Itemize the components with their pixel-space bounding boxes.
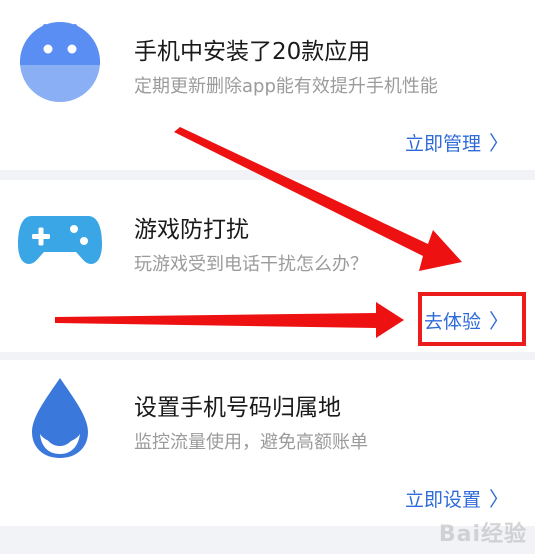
card-description: 定期更新删除app能有效提升手机性能 [134,76,438,97]
gamepad-icon [18,198,102,282]
card-description: 监控流量使用，避免高额账单 [134,432,368,453]
baidu-watermark: Bai经验 [438,522,527,547]
chevron-right-icon: 〉 [489,487,509,511]
water-drop-icon [18,376,102,460]
chevron-right-icon: 〉 [489,131,509,155]
set-now-button[interactable]: 立即设置〉 [405,483,509,512]
highlight-box [418,292,526,346]
card-title: 游戏防打扰 [134,217,249,243]
android-robot-icon [18,20,102,104]
card-description: 玩游戏受到电话干扰怎么办？ [134,254,368,275]
app-management-card: 手机中安装了20款应用 定期更新删除app能有效提升手机性能 立即管理〉 [0,0,535,170]
card-title: 手机中安装了20款应用 [134,39,371,65]
card-title: 设置手机号码归属地 [134,395,341,421]
number-location-card: 设置手机号码归属地 监控流量使用，避免高额账单 立即设置〉 [0,360,535,526]
action-label: 立即管理 [404,133,481,155]
manage-now-button[interactable]: 立即管理〉 [405,127,509,156]
action-label: 立即设置 [404,489,481,511]
